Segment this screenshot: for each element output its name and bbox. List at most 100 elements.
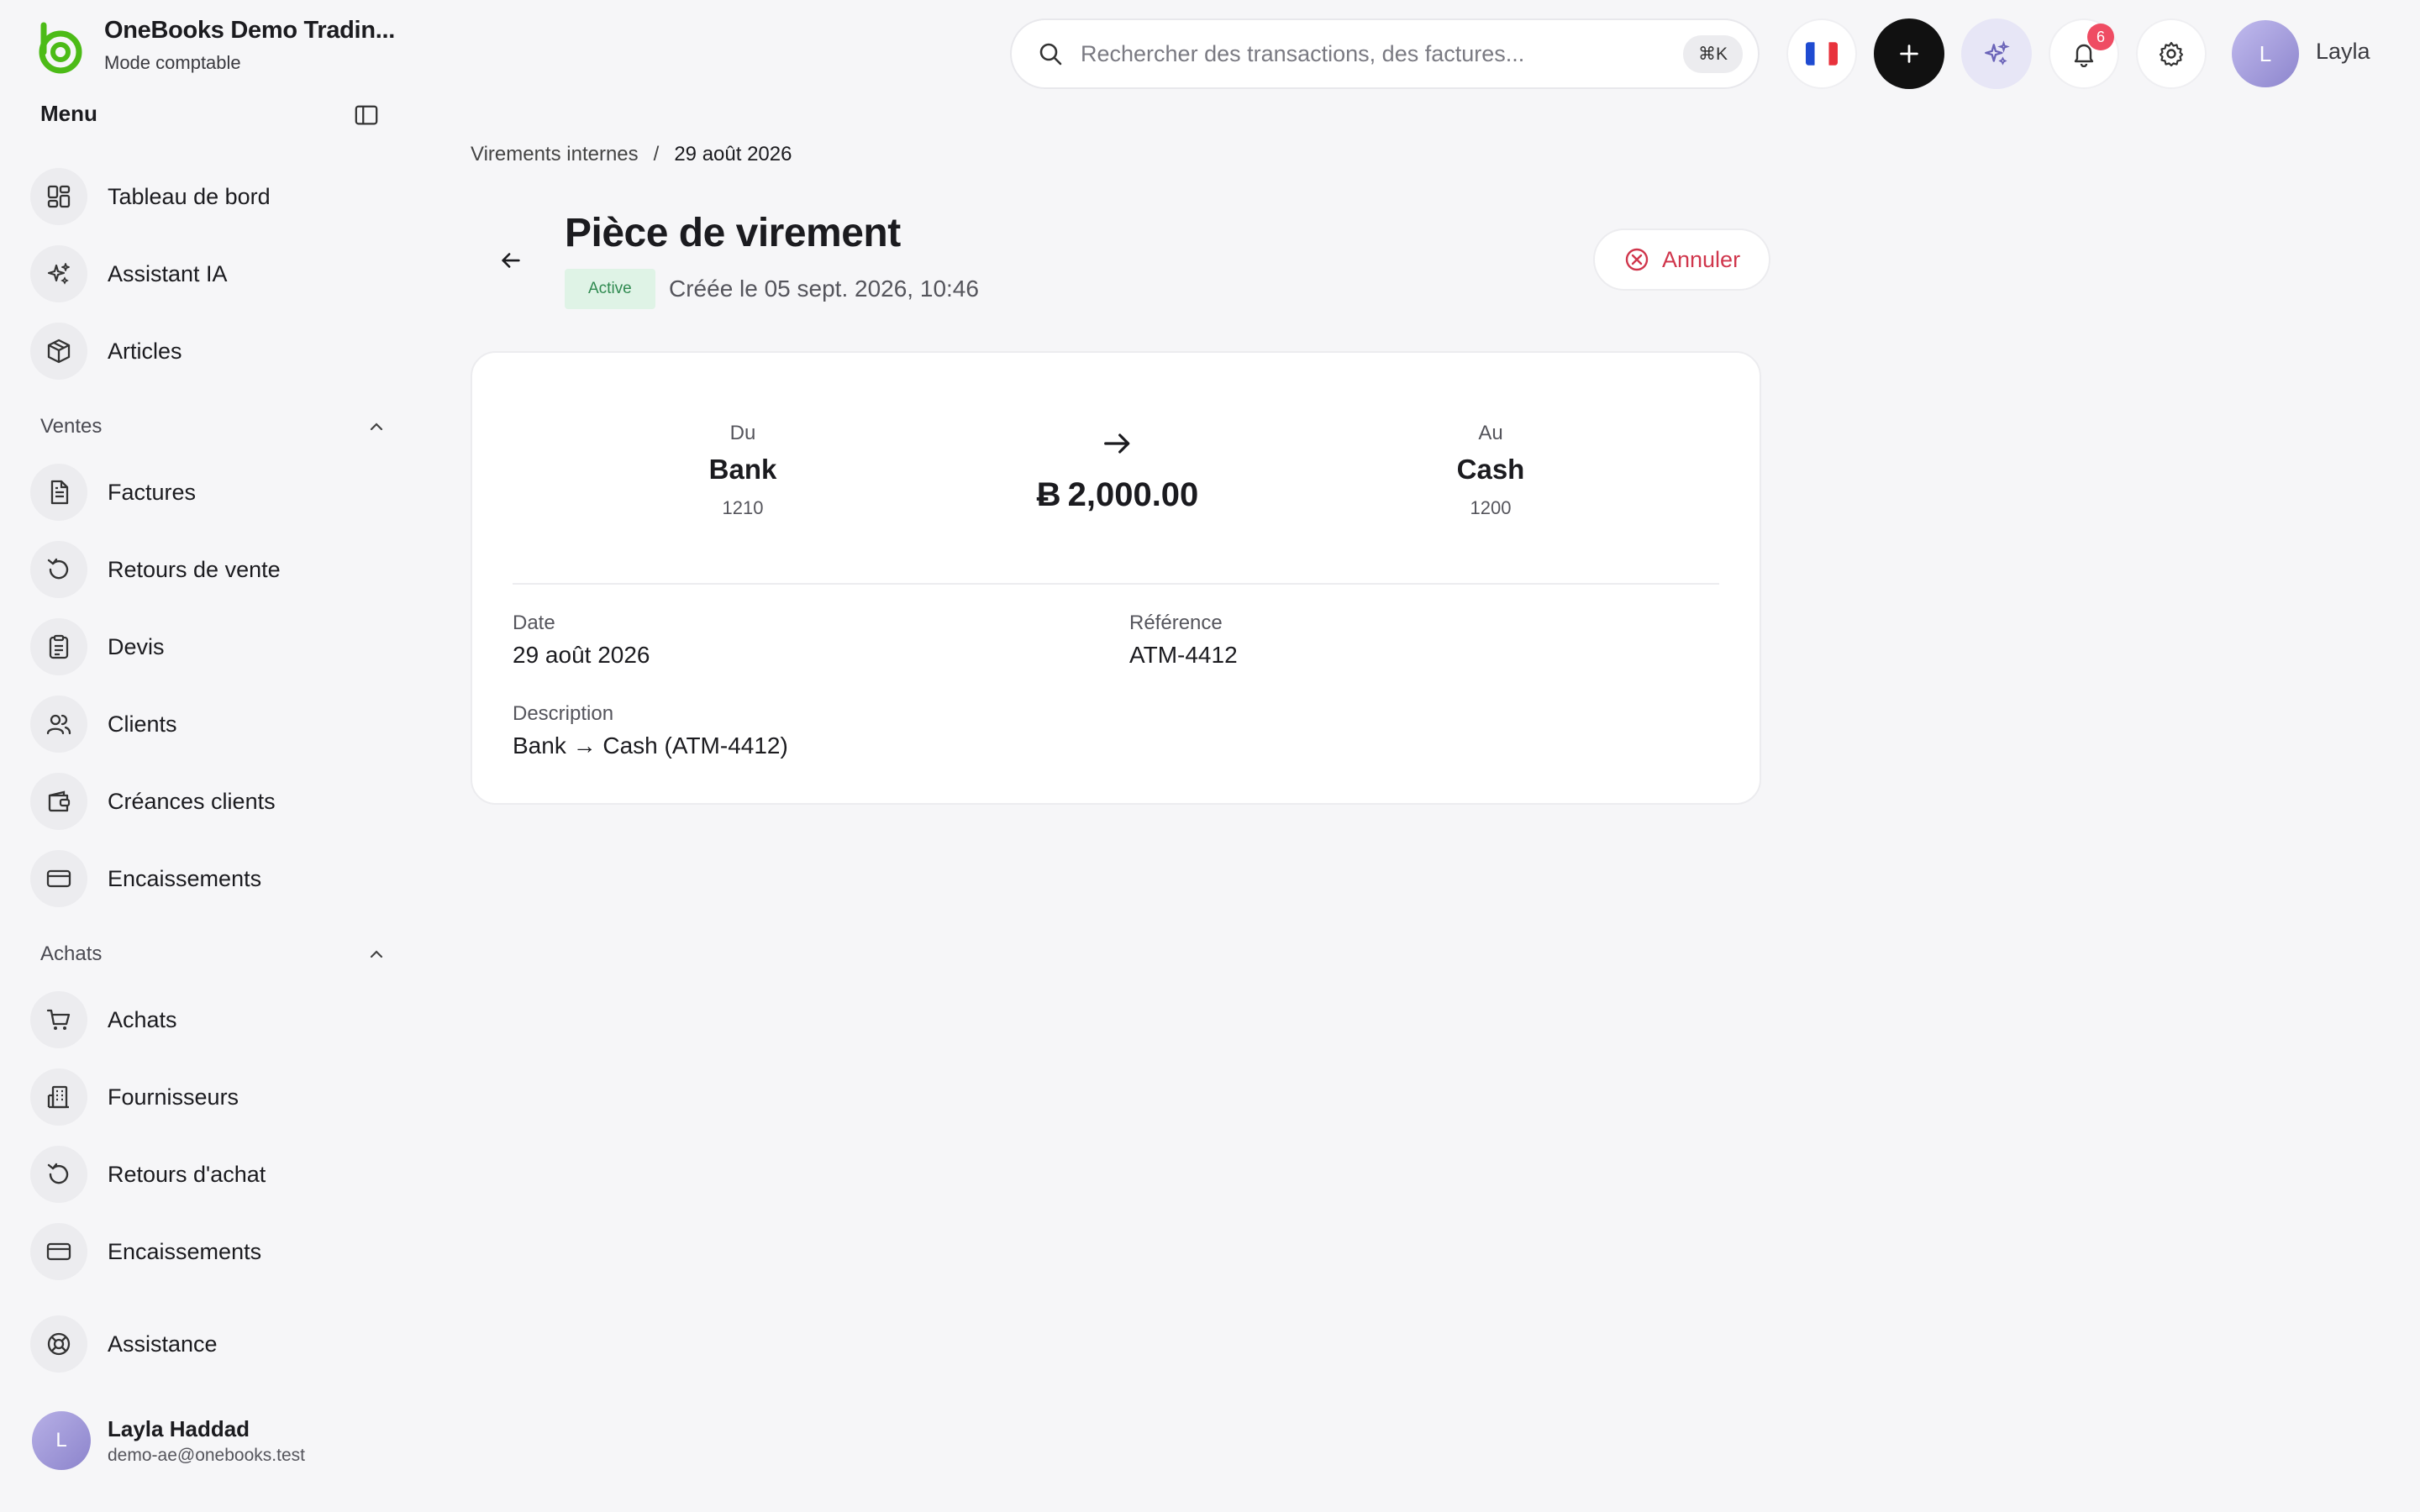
- breadcrumb: Virements internes / 29 août 2026: [471, 143, 792, 166]
- sidebar-item-achats[interactable]: Achats: [30, 990, 392, 1050]
- sidebar-item-label: Devis: [108, 633, 165, 659]
- sidebar-panel-icon: [355, 105, 378, 125]
- to-label: Au: [1478, 422, 1503, 444]
- search-shortcut: ⌘K: [1682, 34, 1743, 73]
- onebooks-logo-icon: [39, 22, 82, 74]
- transfer-card: Du Bank 1210 Ƀ 2,000.00 Au Cash 1200 Dat…: [471, 351, 1761, 805]
- to-account-name: Cash: [1456, 454, 1525, 485]
- sparkles-icon: [30, 245, 87, 302]
- company-name: OneBooks Demo Tradin...: [104, 17, 395, 44]
- search-bar[interactable]: ⌘K: [1010, 18, 1760, 89]
- return-icon: [30, 541, 87, 598]
- from-account-name: Bank: [708, 454, 777, 485]
- card-icon: [30, 850, 87, 907]
- status-badge: Active: [565, 269, 655, 309]
- sidebar-item-devis[interactable]: Devis: [30, 617, 392, 677]
- description-label: Description: [513, 702, 614, 725]
- dashboard-icon: [30, 168, 87, 225]
- sidebar-item-articles[interactable]: Articles: [30, 321, 392, 381]
- from-account-code: 1210: [722, 497, 764, 518]
- sidebar-item-label: Clients: [108, 711, 177, 737]
- lifebuoy-icon: [30, 1315, 87, 1373]
- avatar: L: [32, 1411, 91, 1470]
- user-name: Layla Haddad: [108, 1415, 250, 1441]
- sidebar-item-label: Articles: [108, 338, 182, 364]
- brand-logo[interactable]: [32, 18, 89, 76]
- transfer-amount-block: Ƀ 2,000.00: [1037, 427, 1199, 514]
- section-achats-header[interactable]: Achats: [40, 942, 385, 966]
- from-label: Du: [729, 422, 756, 444]
- back-button[interactable]: [491, 244, 531, 277]
- ai-assistant-button[interactable]: [1961, 18, 2032, 89]
- sidebar-item-dashboard[interactable]: Tableau de bord: [30, 166, 392, 227]
- breadcrumb-separator: /: [653, 143, 660, 165]
- arrow-right-icon: [1104, 433, 1130, 454]
- created-timestamp: Créée le 05 sept. 2026, 10:46: [669, 276, 979, 302]
- sidebar-item-factures[interactable]: Factures: [30, 462, 392, 522]
- date-label: Date: [513, 612, 555, 634]
- chevron-up-icon: [370, 423, 383, 431]
- create-button[interactable]: [1874, 18, 1944, 89]
- section-title: Achats: [40, 942, 103, 965]
- cancel-label: Annuler: [1662, 246, 1741, 272]
- language-button[interactable]: [1786, 18, 1857, 89]
- sparkles-icon: [1985, 40, 2010, 66]
- user-avatar[interactable]: L: [2232, 20, 2299, 87]
- settings-button[interactable]: [2136, 18, 2207, 89]
- arrow-left-icon: [502, 253, 520, 268]
- reference-label: Référence: [1129, 612, 1223, 634]
- wallet-icon: [30, 773, 87, 830]
- sidebar-item-ai-assistant[interactable]: Assistant IA: [30, 244, 392, 304]
- return-icon: [30, 1146, 87, 1203]
- sidebar-item-label: Encaissements: [108, 1238, 262, 1264]
- sidebar-item-clients[interactable]: Clients: [30, 694, 392, 754]
- date-value: 29 août 2026: [513, 642, 650, 668]
- sidebar-item-creances[interactable]: Créances clients: [30, 771, 392, 832]
- breadcrumb-parent-link[interactable]: Virements internes: [471, 143, 639, 166]
- company-mode: Mode comptable: [104, 52, 241, 73]
- sidebar-user-card[interactable]: L Layla Haddad demo-ae@onebooks.test: [32, 1411, 305, 1470]
- sidebar-item-retours-vente[interactable]: Retours de vente: [30, 539, 392, 600]
- sidebar-item-retours-achat[interactable]: Retours d'achat: [30, 1144, 392, 1205]
- sidebar-item-label: Factures: [108, 479, 197, 505]
- menu-title: Menu: [40, 101, 97, 126]
- sidebar-toggle-button[interactable]: [351, 102, 381, 129]
- chevron-up-icon: [370, 950, 383, 958]
- sidebar-item-label: Retours d'achat: [108, 1161, 266, 1187]
- search-input[interactable]: [1081, 40, 1683, 67]
- document-icon: [30, 464, 87, 521]
- page-title: Pièce de virement: [565, 211, 901, 255]
- sidebar-item-label: Tableau de bord: [108, 183, 271, 209]
- sidebar-item-label: Assistant IA: [108, 260, 228, 286]
- clipboard-icon: [30, 618, 87, 675]
- to-account: Au Cash 1200: [1457, 422, 1525, 519]
- from-account: Du Bank 1210: [709, 422, 777, 519]
- reference-value: ATM-4412: [1129, 642, 1238, 668]
- card-icon: [30, 1223, 87, 1280]
- sidebar-item-fournisseurs[interactable]: Fournisseurs: [30, 1067, 392, 1127]
- sidebar-item-encaissements-achats[interactable]: Encaissements: [30, 1221, 392, 1282]
- sidebar-item-label: Achats: [108, 1006, 177, 1032]
- user-name-top[interactable]: Layla: [2316, 39, 2370, 65]
- to-account-code: 1200: [1470, 497, 1512, 518]
- description-value: Bank → Cash (ATM-4412): [513, 732, 788, 759]
- plus-icon: [1900, 45, 1918, 63]
- card-divider: [513, 583, 1719, 585]
- cart-icon: [30, 991, 87, 1048]
- france-flag-icon: [1806, 42, 1838, 66]
- gear-icon: [2159, 41, 2184, 67]
- breadcrumb-current: 29 août 2026: [674, 143, 792, 165]
- section-ventes-header[interactable]: Ventes: [40, 415, 385, 438]
- transfer-amount: Ƀ 2,000.00: [1037, 476, 1199, 514]
- sidebar-item-assistance[interactable]: Assistance: [30, 1314, 392, 1374]
- section-title: Ventes: [40, 415, 103, 438]
- sidebar-item-label: Fournisseurs: [108, 1084, 239, 1110]
- notification-count-badge: 6: [2087, 24, 2114, 50]
- currency-symbol: Ƀ: [1036, 476, 1061, 513]
- box-icon: [30, 323, 87, 380]
- x-circle-icon: [1625, 248, 1649, 271]
- sidebar-item-encaissements-ventes[interactable]: Encaissements: [30, 848, 392, 909]
- cancel-transfer-button[interactable]: Annuler: [1593, 228, 1771, 291]
- users-icon: [30, 696, 87, 753]
- sidebar-item-label: Créances clients: [108, 788, 276, 814]
